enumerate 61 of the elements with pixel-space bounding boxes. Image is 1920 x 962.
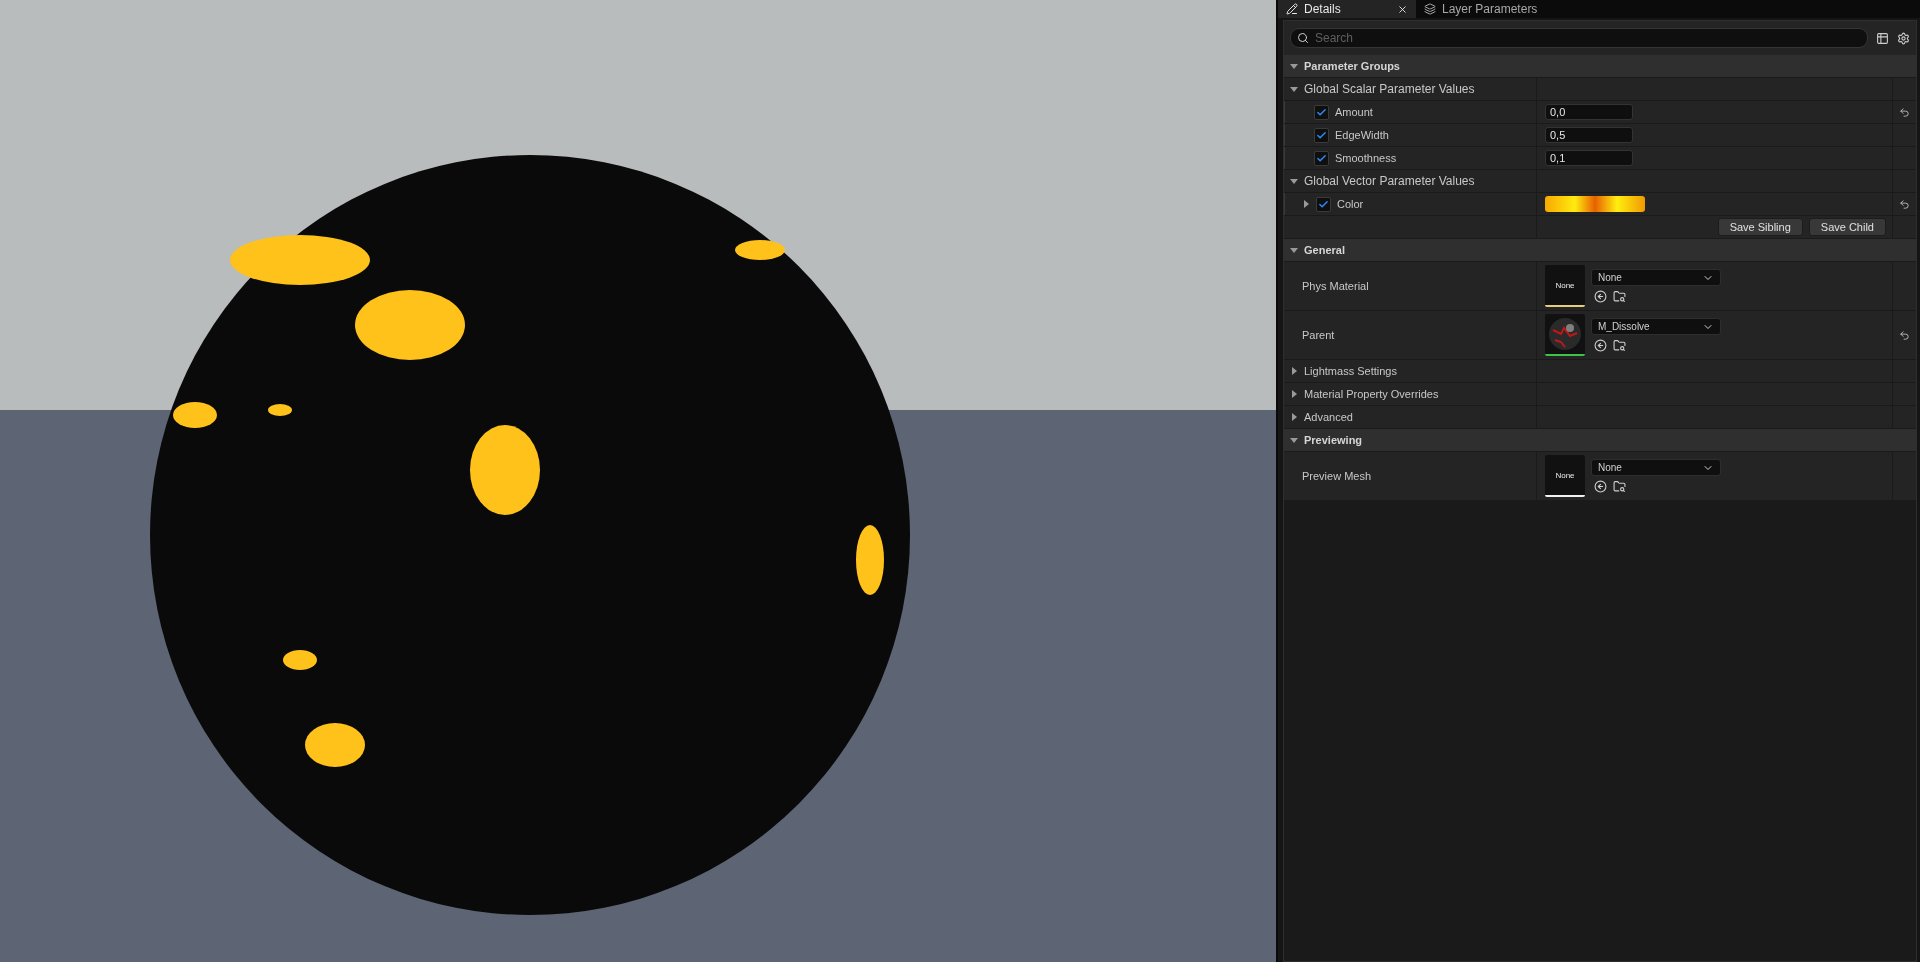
- asset-thumbnail[interactable]: None: [1545, 265, 1585, 307]
- sphere-thumbnail[interactable]: [1545, 314, 1585, 356]
- asset-dropdown[interactable]: M_Dissolve: [1591, 318, 1721, 335]
- asset-thumbnail[interactable]: None: [1545, 455, 1585, 497]
- section-header[interactable]: Parameter Groups: [1284, 55, 1916, 78]
- save-button[interactable]: Save Sibling: [1717, 218, 1803, 236]
- checkbox[interactable]: [1314, 127, 1329, 143]
- reset-arrow-icon[interactable]: [1899, 106, 1910, 118]
- reset-arrow-icon[interactable]: [1899, 329, 1910, 341]
- check-icon: [1316, 106, 1327, 118]
- category-label[interactable]: Material Property Overrides: [1304, 388, 1439, 400]
- category-label[interactable]: Advanced: [1304, 411, 1353, 423]
- checkbox[interactable]: [1314, 104, 1329, 120]
- section-header[interactable]: Previewing: [1284, 429, 1916, 452]
- property-label: Phys Material: [1302, 280, 1369, 292]
- color-swatch[interactable]: [1545, 196, 1645, 212]
- reset-arrow-icon[interactable]: [1899, 198, 1910, 210]
- expand-caret-icon[interactable]: [1290, 62, 1298, 70]
- expand-caret-icon[interactable]: [1290, 367, 1298, 375]
- check-icon: [1316, 152, 1327, 164]
- browse-icon[interactable]: [1613, 339, 1626, 352]
- use-selected-icon[interactable]: [1594, 290, 1607, 303]
- pencil-icon: [1286, 3, 1298, 15]
- parameter-label: Smoothness: [1335, 152, 1397, 164]
- browse-icon[interactable]: [1613, 290, 1626, 303]
- checkbox[interactable]: [1314, 150, 1329, 166]
- group-label: Global Scalar Parameter Values: [1304, 82, 1475, 96]
- panel-tab[interactable]: Details: [1278, 0, 1416, 18]
- parameter-label: Color: [1337, 198, 1364, 210]
- browse-icon[interactable]: [1613, 480, 1626, 493]
- settings-icon[interactable]: [1897, 31, 1910, 45]
- expand-caret-icon[interactable]: [1290, 177, 1298, 185]
- number-field[interactable]: 0,1: [1545, 150, 1633, 166]
- parameter-label: Amount: [1335, 106, 1373, 118]
- property-label: Parent: [1302, 329, 1335, 341]
- parameter-label: EdgeWidth: [1335, 129, 1389, 141]
- expand-caret-icon[interactable]: [1290, 246, 1298, 254]
- expand-caret-icon[interactable]: [1290, 390, 1298, 398]
- layers-icon: [1424, 3, 1436, 15]
- group-label: Global Vector Parameter Values: [1304, 174, 1475, 188]
- close-icon[interactable]: [1397, 3, 1408, 15]
- section-header[interactable]: General: [1284, 239, 1916, 262]
- property-label: Preview Mesh: [1302, 470, 1372, 482]
- use-selected-icon[interactable]: [1594, 480, 1607, 493]
- asset-dropdown[interactable]: None: [1591, 459, 1721, 476]
- number-field[interactable]: 0,5: [1545, 127, 1633, 143]
- check-icon: [1316, 129, 1327, 141]
- expand-caret-icon[interactable]: [1302, 200, 1310, 208]
- expand-caret-icon[interactable]: [1290, 413, 1298, 421]
- panel-tab[interactable]: Layer Parameters: [1416, 0, 1546, 18]
- use-selected-icon[interactable]: [1594, 339, 1607, 352]
- table-icon[interactable]: [1876, 31, 1889, 45]
- checkbox[interactable]: [1316, 196, 1331, 212]
- search-field[interactable]: Search: [1290, 28, 1868, 48]
- expand-caret-icon[interactable]: [1290, 85, 1298, 93]
- number-field[interactable]: 0,0: [1545, 104, 1633, 120]
- save-button[interactable]: Save Child: [1808, 218, 1886, 236]
- asset-dropdown[interactable]: None: [1591, 269, 1721, 286]
- category-label[interactable]: Lightmass Settings: [1304, 365, 1397, 377]
- expand-caret-icon[interactable]: [1290, 436, 1298, 444]
- check-icon: [1318, 198, 1329, 210]
